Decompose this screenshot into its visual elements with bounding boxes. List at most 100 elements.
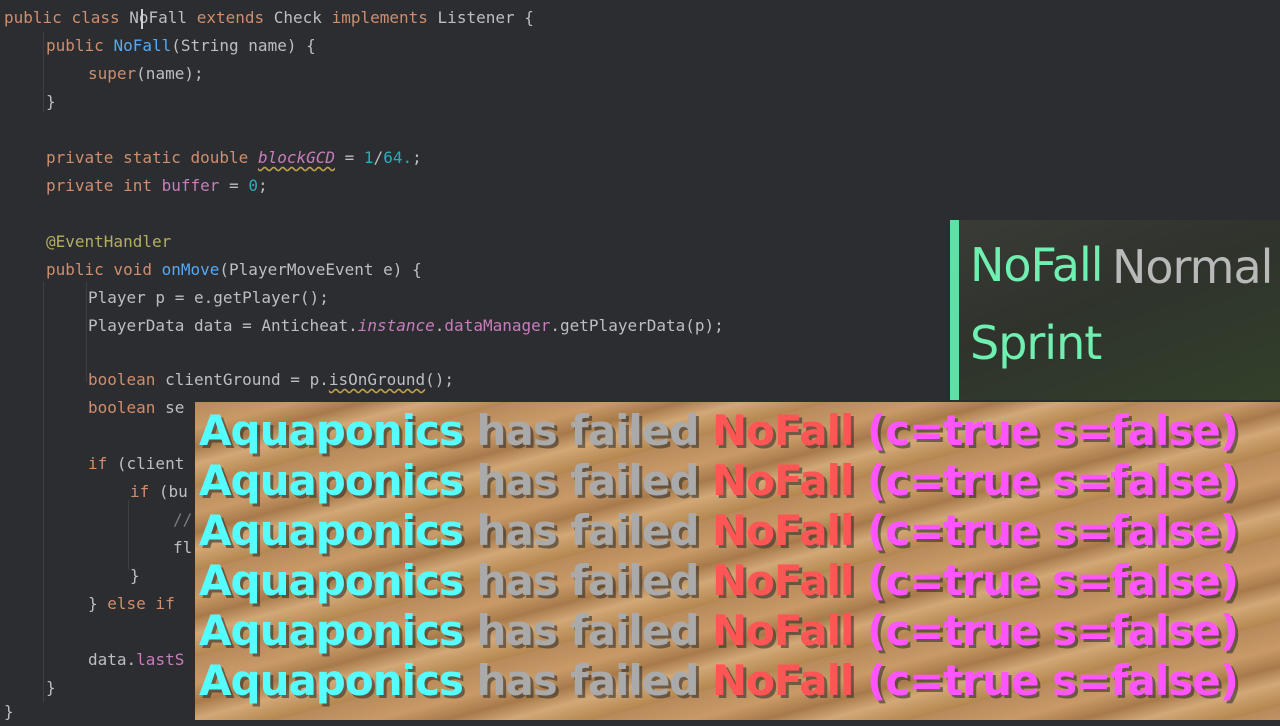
code-text: ; <box>412 148 422 167</box>
code-text: (client <box>107 454 185 473</box>
message-text: has failed <box>462 656 713 705</box>
message-text: has failed <box>462 606 713 655</box>
code-line-4: } <box>46 92 56 111</box>
check-detail: (c=true s=false) <box>853 606 1239 655</box>
code-line-8: public void onMove(PlayerMoveEvent e) { <box>46 256 422 284</box>
code-text: clientGround = p. <box>155 370 329 389</box>
chat-message: Aquaponics has failed NoFall (c=true s=f… <box>199 456 1239 506</box>
code-line-10: PlayerData data = Anticheat.instance.dat… <box>88 312 724 340</box>
hud-check-name: NoFall <box>970 238 1104 292</box>
player-name: Aquaponics <box>199 456 464 505</box>
parent-class: Check <box>273 8 322 27</box>
game-chat-panel: Aquaponics has failed NoFall (c=true s=f… <box>195 402 1280 720</box>
code-text: } <box>88 594 108 613</box>
check-detail: (c=true s=false) <box>853 506 1239 555</box>
code-line-12: boolean se <box>88 394 184 422</box>
keyword: boolean <box>88 398 156 417</box>
code-line-6: private int buffer = 0; <box>46 172 268 200</box>
field-name: lastS <box>136 650 185 669</box>
keyword: super <box>88 64 137 83</box>
player-name: Aquaponics <box>199 606 464 655</box>
hud-mode: Normal <box>1112 240 1273 294</box>
code-line-7: @EventHandler <box>46 232 172 251</box>
number-literal: 1 <box>363 148 374 167</box>
keyword: if <box>88 454 108 473</box>
code-line-5: private static double blockGCD = 1/64.; <box>46 144 422 172</box>
keyword: else if <box>107 594 175 613</box>
code-text: / <box>373 148 384 167</box>
code-text: .getPlayerData(p); <box>550 316 724 335</box>
keyword: class <box>71 8 120 27</box>
keyword: public <box>46 36 104 55</box>
keyword: public void <box>46 260 152 279</box>
game-hud-overlay: NoFall Normal Sprint <box>950 220 1280 400</box>
hud-sprint: Sprint <box>970 316 1102 370</box>
keyword: extends <box>196 8 265 27</box>
keyword: implements <box>331 8 428 27</box>
player-name: Aquaponics <box>199 656 464 705</box>
indent-guide <box>128 500 129 570</box>
interface-name: Listener { <box>437 8 534 27</box>
message-text: has failed <box>462 556 713 605</box>
code-line-19: data.lastS <box>88 646 184 674</box>
method-name: onMove <box>161 260 220 279</box>
indent-guide <box>43 32 44 112</box>
code-line-14: if (bu <box>130 478 188 506</box>
code-line-17: } <box>130 566 140 585</box>
chat-message: Aquaponics has failed NoFall (c=true s=f… <box>199 606 1239 656</box>
code-text: ; <box>257 176 268 195</box>
check-name: NoFall <box>712 456 854 505</box>
code-line-3: super(name); <box>88 60 204 88</box>
code-text: = <box>335 148 364 167</box>
code-text: data. <box>88 650 137 669</box>
indent-guide <box>86 282 87 382</box>
code-text: (bu <box>149 482 188 501</box>
code-text: = <box>219 176 249 195</box>
code-line-16: fl <box>173 538 193 557</box>
code-line-13: if (client <box>88 450 184 478</box>
class-name: NoFall <box>129 8 188 27</box>
check-detail: (c=true s=false) <box>853 556 1239 605</box>
text-caret <box>141 9 143 29</box>
keyword: private static double <box>46 148 249 167</box>
check-name: NoFall <box>712 656 854 705</box>
code-text: (PlayerMoveEvent e) { <box>219 260 422 279</box>
code-line-2: public NoFall(String name) { <box>46 32 316 60</box>
code-text: (name); <box>136 64 204 83</box>
hud-accent-bar <box>950 220 959 400</box>
code-line-18: } else if <box>88 590 175 618</box>
check-detail: (c=true s=false) <box>853 406 1239 455</box>
message-text: has failed <box>462 456 713 505</box>
check-name: NoFall <box>712 506 854 555</box>
player-name: Aquaponics <box>199 506 464 555</box>
code-text: . <box>434 316 445 335</box>
method-call: isOnGround <box>328 370 426 389</box>
code-text: (String name) { <box>171 36 316 55</box>
code-text: (); <box>425 370 455 389</box>
code-text: PlayerData data = Anticheat. <box>88 316 358 335</box>
code-line-1: public class NoFall extends Check implem… <box>4 4 534 32</box>
code-line-15: // <box>173 510 193 529</box>
check-name: NoFall <box>712 606 854 655</box>
check-detail: (c=true s=false) <box>853 656 1239 705</box>
code-line-21: } <box>4 702 14 721</box>
number-literal: 64. <box>383 148 413 167</box>
player-name: Aquaponics <box>199 406 464 455</box>
check-name: NoFall <box>712 406 854 455</box>
code-line-20: } <box>46 678 56 697</box>
check-detail: (c=true s=false) <box>853 456 1239 505</box>
check-name: NoFall <box>712 556 854 605</box>
field-name: dataManager <box>444 316 551 335</box>
code-line-11: boolean clientGround = p.isOnGround(); <box>88 366 454 394</box>
field-name: buffer <box>161 176 220 195</box>
message-text: has failed <box>462 506 713 555</box>
code-text: se <box>155 398 185 417</box>
chat-message: Aquaponics has failed NoFall (c=true s=f… <box>199 506 1239 556</box>
indent-guide <box>43 282 44 702</box>
chat-message: Aquaponics has failed NoFall (c=true s=f… <box>199 656 1239 706</box>
chat-message: Aquaponics has failed NoFall (c=true s=f… <box>199 406 1239 456</box>
field-name: blockGCD <box>257 148 335 167</box>
player-name: Aquaponics <box>199 556 464 605</box>
keyword: private int <box>46 176 152 195</box>
chat-message: Aquaponics has failed NoFall (c=true s=f… <box>199 556 1239 606</box>
